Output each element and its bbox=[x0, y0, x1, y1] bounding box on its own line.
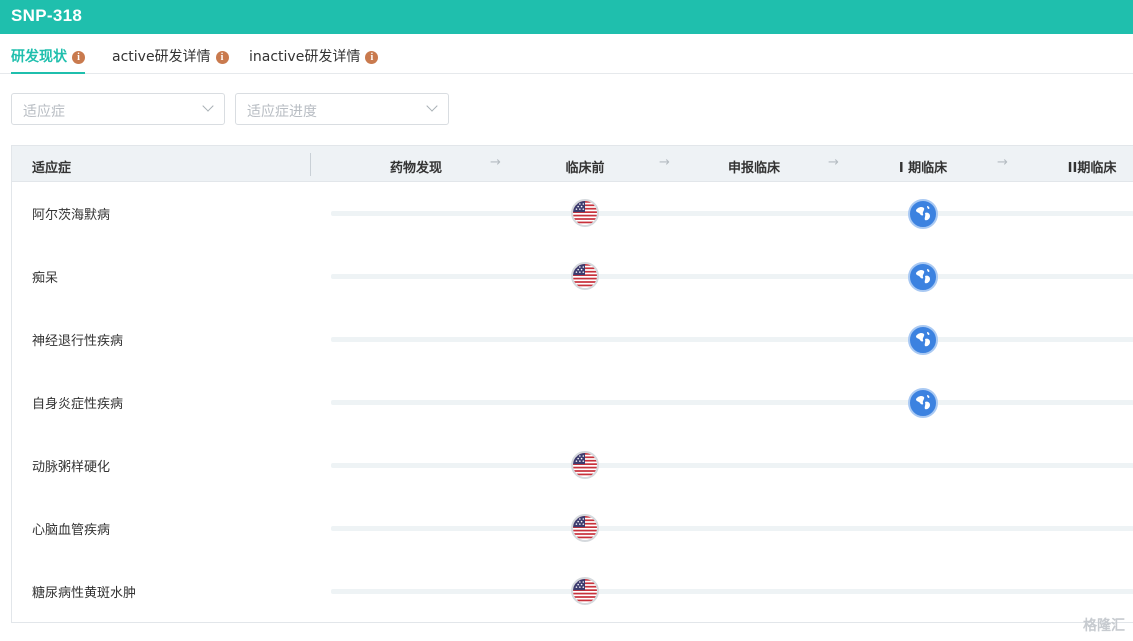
us-flag-icon[interactable] bbox=[571, 577, 599, 605]
watermark-logo: 格隆汇 bbox=[1083, 618, 1125, 634]
tab-active-details[interactable]: active研发详情 i bbox=[112, 46, 229, 74]
table-row: 动脉粥样硬化 bbox=[12, 434, 1133, 497]
indication-column-header: 适应症 bbox=[32, 161, 72, 176]
info-icon[interactable]: i bbox=[365, 51, 379, 64]
tab-label: 研发现状 bbox=[11, 49, 67, 65]
arrow-right-icon: → bbox=[828, 155, 839, 170]
chevron-down-icon bbox=[202, 100, 214, 112]
tab-label: inactive研发详情 bbox=[249, 49, 361, 65]
indication-label: 神经退行性疾病 bbox=[32, 334, 124, 349]
indication-label: 自身炎症性疾病 bbox=[32, 397, 124, 412]
table-row: 痴呆 bbox=[12, 245, 1133, 308]
phase-header: II期临床 bbox=[1067, 161, 1117, 176]
phase-header: 临床前 bbox=[565, 161, 605, 176]
globe-icon[interactable] bbox=[908, 262, 938, 292]
tab-inactive-details[interactable]: inactive研发详情 i bbox=[249, 46, 379, 74]
us-flag-icon[interactable] bbox=[571, 514, 599, 542]
globe-icon[interactable] bbox=[908, 388, 938, 418]
indication-label: 痴呆 bbox=[32, 271, 59, 286]
indication-label: 心脑血管疾病 bbox=[32, 523, 111, 538]
phase-header: I 期临床 bbox=[898, 161, 948, 176]
phase-header: 药物发现 bbox=[389, 161, 443, 176]
indication-progress-select[interactable]: 适应症进度 bbox=[235, 93, 449, 125]
arrow-right-icon: → bbox=[490, 155, 501, 170]
indication-select[interactable]: 适应症 bbox=[11, 93, 225, 125]
table-row: 心脑血管疾病 bbox=[12, 497, 1133, 560]
us-flag-icon[interactable] bbox=[571, 451, 599, 479]
column-divider bbox=[310, 153, 311, 176]
globe-icon[interactable] bbox=[908, 325, 938, 355]
info-icon[interactable]: i bbox=[215, 51, 229, 64]
table-row: 阿尔茨海默病 bbox=[12, 182, 1133, 245]
table-row: 糖尿病性黄斑水肿 bbox=[12, 560, 1133, 622]
table-row: 神经退行性疾病 bbox=[12, 308, 1133, 371]
indication-label: 阿尔茨海默病 bbox=[32, 208, 111, 223]
arrow-right-icon: → bbox=[659, 155, 670, 170]
indication-label: 糖尿病性黄斑水肿 bbox=[32, 586, 137, 601]
tab-bar: 研发现状 i active研发详情 i inactive研发详情 i bbox=[0, 34, 1133, 74]
progress-track bbox=[331, 526, 1133, 531]
indication-select-placeholder: 适应症 bbox=[23, 104, 65, 120]
phase-header: 申报临床 bbox=[727, 161, 781, 176]
progress-track bbox=[331, 589, 1133, 594]
table-header: 适应症 药物发现 → 临床前 → 申报临床 → I 期临床 → II期临床 bbox=[12, 146, 1133, 182]
info-icon[interactable]: i bbox=[72, 51, 85, 64]
progress-select-placeholder: 适应症进度 bbox=[247, 104, 317, 120]
table-row: 自身炎症性疾病 bbox=[12, 371, 1133, 434]
us-flag-icon[interactable] bbox=[571, 262, 599, 290]
chevron-down-icon bbox=[426, 100, 438, 112]
progress-track bbox=[331, 400, 1133, 405]
title-bar: SNP-318 bbox=[0, 0, 1133, 34]
tab-label: active研发详情 bbox=[112, 49, 211, 65]
progress-track bbox=[331, 211, 1133, 216]
arrow-right-icon: → bbox=[997, 155, 1008, 170]
progress-track bbox=[331, 463, 1133, 468]
indication-label: 动脉粥样硬化 bbox=[32, 460, 111, 475]
pipeline-table: 适应症 药物发现 → 临床前 → 申报临床 → I 期临床 → II期临床 阿尔茨海默病 痴呆 … bbox=[11, 145, 1133, 623]
progress-track bbox=[331, 337, 1133, 342]
progress-track bbox=[331, 274, 1133, 279]
us-flag-icon[interactable] bbox=[571, 199, 599, 227]
page-title: SNP-318 bbox=[11, 6, 83, 25]
tab-research-status[interactable]: 研发现状 i bbox=[11, 46, 85, 74]
globe-icon[interactable] bbox=[908, 199, 938, 229]
